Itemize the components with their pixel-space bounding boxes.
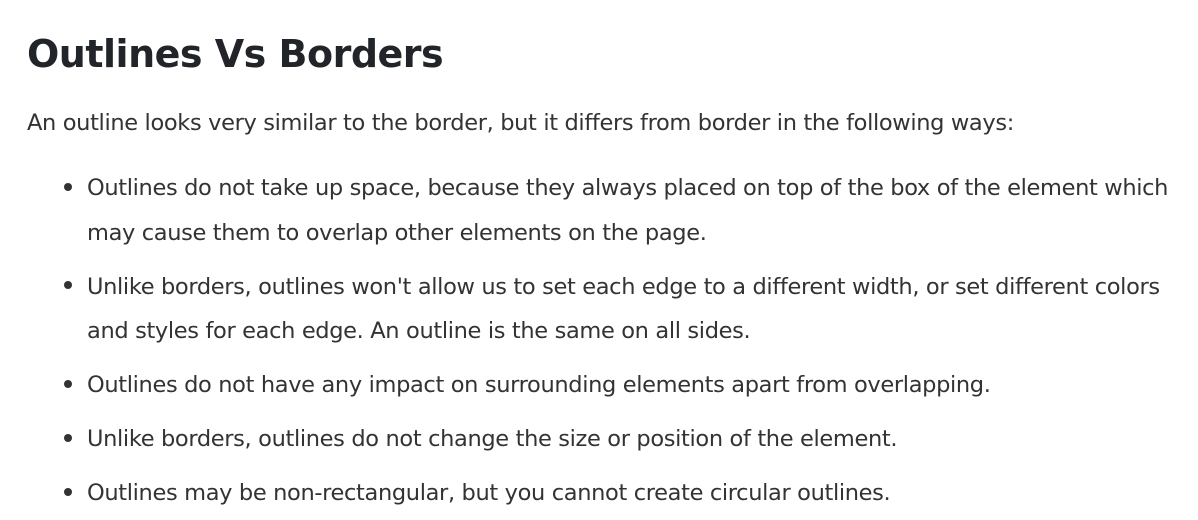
list-item: Unlike borders, outlines won't allow us … xyxy=(27,265,1187,354)
bullet-icon xyxy=(64,182,72,191)
article: Outlines Vs Borders An outline looks ver… xyxy=(0,0,1198,520)
list-item: Unlike borders, outlines do not change t… xyxy=(27,417,1187,462)
bullet-icon xyxy=(64,487,72,496)
intro-paragraph: An outline looks very similar to the bor… xyxy=(27,110,1014,136)
list-item: Outlines do not have any impact on surro… xyxy=(27,363,1187,408)
bullet-icon xyxy=(64,281,72,289)
list-item-text: Unlike borders, outlines won't allow us … xyxy=(87,273,1160,345)
list-item-text: Outlines do not have any impact on surro… xyxy=(87,372,991,398)
page-title: Outlines Vs Borders xyxy=(27,32,444,76)
list-item: Outlines may be non-rectangular, but you… xyxy=(27,471,1187,516)
list-item-text: Unlike borders, outlines do not change t… xyxy=(87,426,898,452)
bullet-icon xyxy=(64,433,72,442)
list-item-text: Outlines may be non-rectangular, but you… xyxy=(87,480,891,506)
bullet-icon xyxy=(64,379,72,388)
list-item-text: Outlines do not take up space, because t… xyxy=(87,175,1169,246)
list-item: Outlines do not take up space, because t… xyxy=(27,166,1187,255)
differences-list: Outlines do not take up space, because t… xyxy=(27,166,1187,520)
